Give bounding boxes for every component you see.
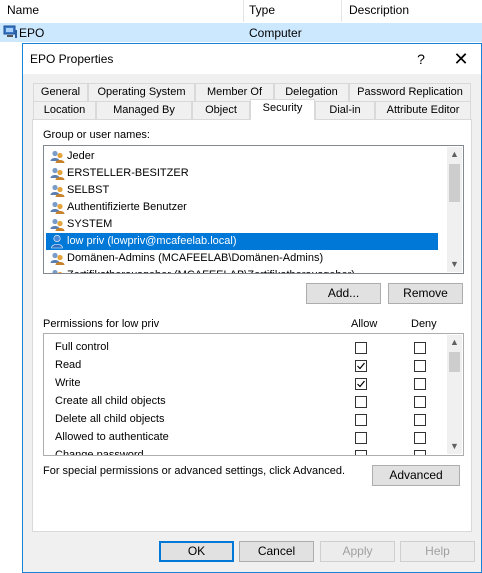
user-group-icon [50, 252, 65, 265]
remove-button[interactable]: Remove [388, 283, 463, 304]
allow-checkbox[interactable] [355, 396, 367, 408]
allow-header: Allow [351, 318, 378, 330]
permission-label: Full control [55, 341, 109, 353]
column-name-header[interactable]: Name [7, 3, 39, 17]
user-group-icon [50, 218, 65, 231]
advanced-hint-text: For special permissions or advanced sett… [43, 465, 346, 477]
cancel-button[interactable]: Cancel [239, 541, 314, 562]
tab-operating-system[interactable]: Operating System [88, 83, 195, 101]
deny-checkbox[interactable] [414, 360, 426, 372]
deny-checkbox[interactable] [414, 378, 426, 390]
user-list-item[interactable]: Zertifikatherausgeber (MCAFEELAB\Zertifi… [46, 267, 438, 273]
permission-label: Allowed to authenticate [55, 431, 169, 443]
allow-checkbox[interactable] [355, 342, 367, 354]
user-group-icon [50, 167, 65, 180]
user-group-icon [50, 184, 65, 197]
user-list-item-label: Jeder [67, 150, 95, 162]
column-description-header[interactable]: Description [349, 3, 409, 17]
apply-button[interactable]: Apply [320, 541, 395, 562]
ok-button[interactable]: OK [159, 541, 234, 562]
user-group-icon [50, 201, 65, 214]
user-list-item-label: ERSTELLER-BESITZER [67, 167, 189, 179]
group-or-user-names-label: Group or user names: [43, 129, 150, 141]
user-group-icon [50, 150, 65, 163]
permission-label: Create all child objects [55, 395, 166, 407]
column-separator [341, 0, 342, 22]
user-list-item[interactable]: Domänen-Admins (MCAFEELAB\Domänen-Admins… [46, 250, 438, 267]
user-list-item[interactable]: low priv (lowpriv@mcafeelab.local) [46, 233, 438, 250]
list-item-name: EPO [19, 26, 45, 40]
allow-checkbox[interactable] [355, 378, 367, 390]
user-list-item[interactable]: Authentifizierte Benutzer [46, 199, 438, 216]
advanced-button[interactable]: Advanced [372, 465, 460, 486]
user-group-icon [52, 269, 63, 273]
list-item-epo[interactable] [0, 23, 482, 42]
user-list-item-label: Zertifikatherausgeber (MCAFEELAB\Zertifi… [67, 267, 355, 273]
permission-label: Write [55, 377, 81, 389]
close-icon[interactable]: ✕ [446, 48, 476, 70]
permissions-label: Permissions for low priv [43, 318, 160, 330]
permission-row: Change password [44, 447, 444, 456]
permission-row: Allowed to authenticate [44, 429, 444, 447]
tab-security[interactable]: Security [250, 99, 315, 120]
help-icon[interactable]: ? [407, 49, 435, 69]
scroll-up-icon[interactable]: ▲ [447, 335, 462, 350]
column-type-header[interactable]: Type [249, 3, 275, 17]
tab-password-replication[interactable]: Password Replication [349, 83, 471, 101]
computer-icon [3, 25, 17, 38]
permission-row: Delete all child objects [44, 411, 444, 429]
user-list-scrollbar[interactable]: ▲ ▼ [447, 147, 462, 272]
user-list-item-label: SELBST [67, 184, 110, 196]
tab-general[interactable]: General [33, 83, 88, 101]
user-list-item[interactable]: Jeder [46, 148, 438, 165]
permission-label: Change password [55, 449, 144, 456]
user-list-item-label: Authentifizierte Benutzer [67, 201, 187, 213]
tab-dial-in[interactable]: Dial-in [315, 101, 375, 119]
permission-row: Create all child objects [44, 393, 444, 411]
scroll-thumb[interactable] [449, 352, 460, 372]
user-list-item-label: low priv (lowpriv@mcafeelab.local) [67, 235, 237, 247]
scroll-down-icon[interactable]: ▼ [447, 257, 462, 272]
column-separator [243, 0, 244, 22]
permission-label: Read [55, 359, 82, 371]
permission-row: Full control [44, 339, 444, 357]
deny-checkbox[interactable] [414, 396, 426, 408]
help-button[interactable]: Help [400, 541, 475, 562]
properties-dialog: EPO Properties ? ✕ General Operating Sys… [22, 43, 482, 573]
list-header: Name Type Description [0, 0, 482, 22]
allow-checkbox[interactable] [355, 432, 367, 444]
scroll-thumb[interactable] [449, 164, 460, 202]
list-item-type: Computer [249, 26, 302, 40]
deny-checkbox[interactable] [414, 450, 426, 455]
permissions-list: Full control Read Write Create all child ob… [43, 333, 464, 456]
allow-checkbox[interactable] [355, 450, 367, 455]
user-list-item[interactable]: SYSTEM [46, 216, 438, 233]
scroll-down-icon[interactable]: ▼ [447, 439, 462, 454]
user-icon [51, 234, 63, 249]
deny-checkbox[interactable] [414, 432, 426, 444]
tab-location[interactable]: Location [33, 101, 96, 119]
user-list-item[interactable]: ERSTELLER-BESITZER [46, 165, 438, 182]
scroll-up-icon[interactable]: ▲ [447, 147, 462, 162]
permission-row: Write [44, 375, 444, 393]
deny-checkbox[interactable] [414, 414, 426, 426]
user-list[interactable]: Jeder ERSTELLER-BESITZER SELBST Authentifiz… [43, 145, 464, 274]
dialog-title: EPO Properties [30, 52, 114, 66]
dialog-titlebar: EPO Properties ? ✕ [23, 44, 481, 74]
tab-object[interactable]: Object [192, 101, 250, 119]
tab-managed-by[interactable]: Managed By [96, 101, 192, 119]
user-list-item-label: SYSTEM [67, 218, 113, 230]
allow-checkbox[interactable] [355, 414, 367, 426]
permission-label: Delete all child objects [55, 413, 165, 425]
tab-attribute-editor[interactable]: Attribute Editor [375, 101, 471, 119]
allow-checkbox[interactable] [355, 360, 367, 372]
user-list-item[interactable]: SELBST [46, 182, 438, 199]
add-button[interactable]: Add... [306, 283, 381, 304]
permission-row: Read [44, 357, 444, 375]
user-list-item-label: Domänen-Admins (MCAFEELAB\Domänen-Admins… [67, 252, 324, 264]
deny-header: Deny [411, 318, 437, 330]
deny-checkbox[interactable] [414, 342, 426, 354]
security-tab-pane: Group or user names: Jeder ERSTELLER-BESI… [32, 119, 472, 532]
permissions-scrollbar[interactable]: ▲ ▼ [447, 335, 462, 454]
